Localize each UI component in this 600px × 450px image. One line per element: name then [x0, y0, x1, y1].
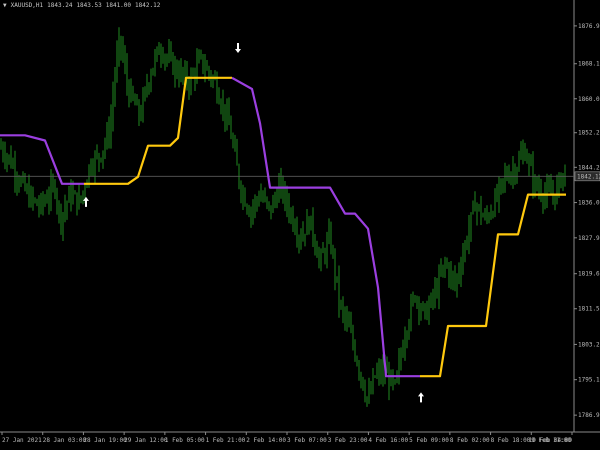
chart-header: ▼ XAUUSD,H1 1843.24 1843.53 1841.00 1842.12	[3, 2, 164, 9]
buy-arrow-icon	[418, 392, 424, 403]
y-tick-label: 1803.25	[578, 341, 600, 348]
current-price-label: 1842.12	[577, 173, 600, 180]
buy-arrow-icon	[83, 196, 89, 207]
x-tick-label: 1 Feb 21:00	[206, 437, 246, 444]
x-tick-label: 27 Jan 2021	[2, 437, 42, 444]
y-tick-label: 1827.90	[578, 235, 600, 242]
y-tick-label: 1844.20	[578, 164, 600, 171]
y-tick-label: 1795.10	[578, 377, 600, 384]
chart-canvas[interactable]: 1876.90 1868.15 1860.05 1852.20 1844.20 1836.…	[0, 0, 600, 450]
x-tick-label: 1 Feb 05:00	[165, 437, 205, 444]
ohlc-low: 1841.00	[105, 2, 132, 9]
x-tick-label: 2 Feb 14:00	[246, 437, 286, 444]
x-tick-label: 3 Feb 23:00	[328, 437, 368, 444]
ohlc-open: 1843.24	[47, 2, 73, 9]
x-tick-label: 10 Feb 04:00	[529, 437, 573, 444]
y-tick-label: 1836.05	[578, 200, 600, 207]
y-tick-label: 1852.20	[578, 130, 600, 137]
y-tick-label: 1876.90	[578, 23, 600, 30]
x-tick-label: 3 Feb 07:00	[287, 437, 327, 444]
trend-line-bull	[84, 76, 232, 185]
x-tick-label: 28 Jan 03:00	[43, 437, 87, 444]
x-tick-label: 28 Jan 19:00	[83, 437, 127, 444]
symbol-label: XAUUSD,H1	[10, 2, 44, 9]
x-tick-label: 4 Feb 16:00	[368, 437, 408, 444]
x-tick-label: 8 Feb 18:00	[491, 437, 531, 444]
ohlc-high: 1843.53	[76, 2, 102, 9]
x-tick-label: 29 Jan 12:00	[124, 437, 168, 444]
ohlc-close: 1842.12	[135, 2, 161, 9]
trend-line-bull	[420, 193, 566, 378]
chart-window[interactable]: 1876.90 1868.15 1860.05 1852.20 1844.20 1836.…	[0, 0, 600, 450]
y-tick-label: 1819.60	[578, 271, 600, 278]
y-tick-label: 1868.15	[578, 61, 600, 68]
sell-arrow-icon	[235, 42, 241, 53]
menu-chevron-icon[interactable]: ▼	[3, 2, 7, 9]
y-tick-label: 1786.90	[578, 412, 600, 419]
y-tick-label: 1811.50	[578, 306, 600, 313]
x-tick-label: 5 Feb 09:00	[409, 437, 449, 444]
y-tick-label: 1860.05	[578, 96, 600, 103]
trend-line-bear	[231, 76, 420, 378]
x-tick-label: 8 Feb 02:00	[450, 437, 490, 444]
